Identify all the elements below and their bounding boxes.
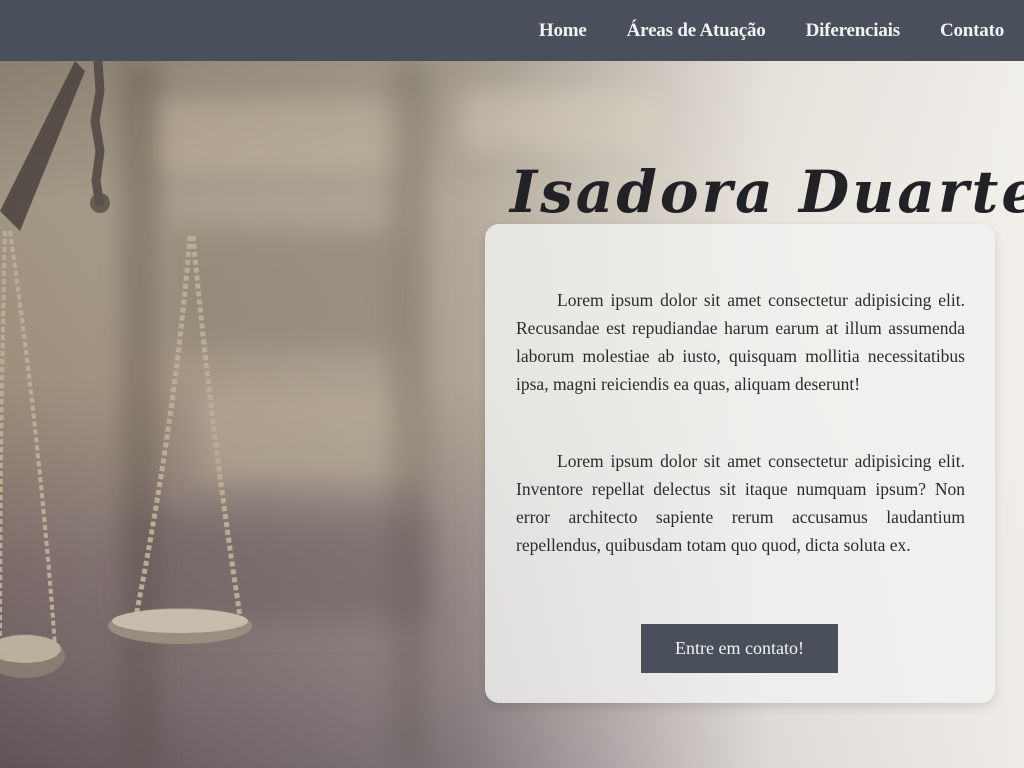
nav-link-contato[interactable]: Contato (940, 20, 1004, 42)
contact-cta-button[interactable]: Entre em contato! (641, 624, 838, 673)
top-navigation: Home Áreas de Atuação Diferenciais Conta… (0, 0, 1024, 61)
nav-link-diferenciais[interactable]: Diferenciais (806, 20, 901, 42)
nav-link-home[interactable]: Home (539, 20, 587, 42)
scales-of-justice-icon (0, 61, 252, 678)
hero-name-title: Isadora Duarte (510, 158, 1024, 226)
nav-link-areas-de-atuacao[interactable]: Áreas de Atuação (627, 20, 766, 42)
intro-paragraph-1: Lorem ipsum dolor sit amet consectetur a… (516, 290, 965, 394)
intro-paragraph-2: Lorem ipsum dolor sit amet consectetur a… (516, 451, 965, 555)
